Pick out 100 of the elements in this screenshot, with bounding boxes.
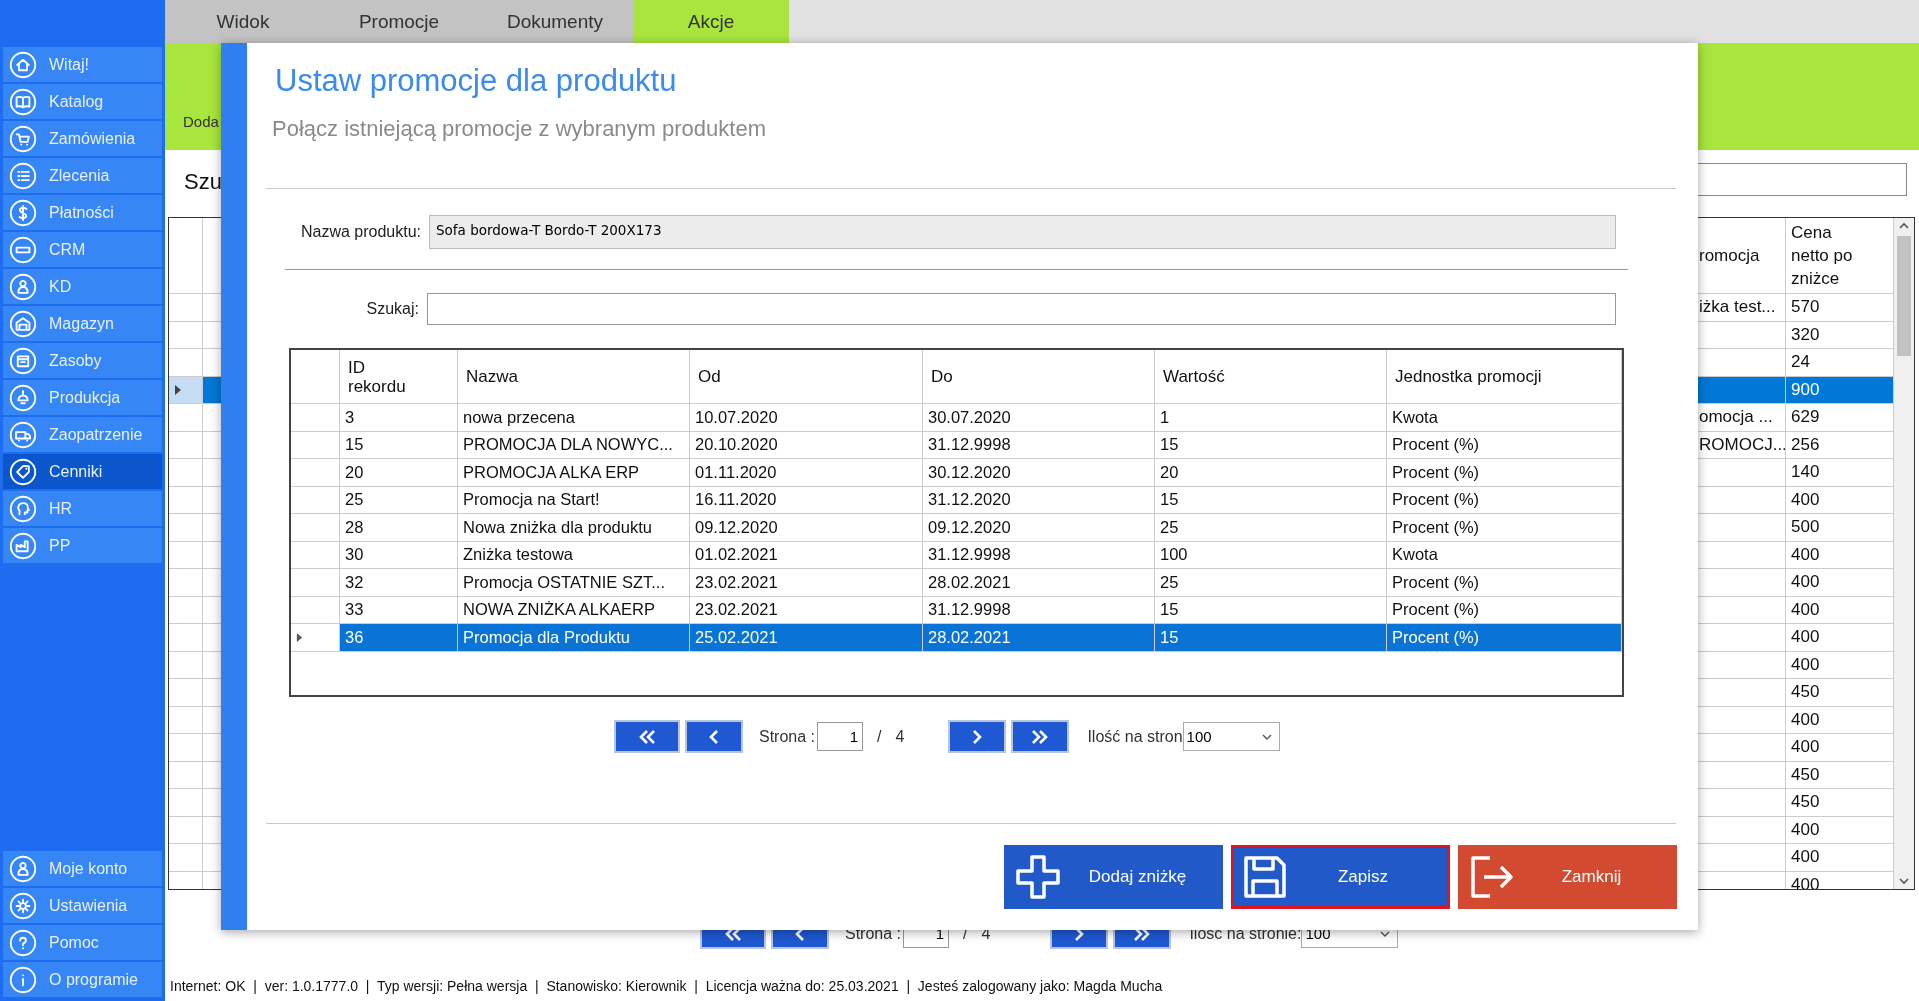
table-cell: 400 (1791, 819, 1820, 840)
table-cell: PROMOCJA ALKA ERP (463, 462, 640, 482)
table-row[interactable]: 28 Nowa zniżka dla produktu 09.12.2020 09.12.2020 25 Procent (%) (291, 514, 1622, 542)
row-pointer-icon (296, 631, 303, 643)
table-cell: 30.12.2020 (928, 462, 1011, 482)
table-row[interactable]: 3 nowa przecena 10.07.2020 30.07.2020 1 Kwota (291, 404, 1622, 432)
first-page-button[interactable] (614, 720, 680, 753)
table-cell: 16.11.2020 (695, 490, 777, 510)
table-cell: 31.12.2020 (928, 490, 1011, 510)
column-header[interactable]: ID rekordu (340, 350, 458, 404)
table-row[interactable]: 15 PROMOCJA DLA NOWYC... 20.10.2020 31.12.9998 15 Procent (%) (291, 431, 1622, 459)
tab[interactable]: Akcje (633, 0, 789, 43)
scrollbar[interactable] (1894, 218, 1914, 889)
table-cell: Zniżka testowa (463, 545, 574, 565)
toolbar-label[interactable]: Doda (183, 113, 219, 130)
table-cell: 400 (1791, 709, 1820, 730)
table-cell: nowa przecena (463, 407, 575, 427)
table-cell: 15 (1160, 490, 1179, 510)
tab[interactable]: Promocje (321, 0, 477, 43)
field-label: Nazwa produktu: (299, 223, 422, 241)
table-cell: PROMOCJA DLA NOWYC... (463, 435, 673, 455)
previous-page-button[interactable] (685, 720, 743, 753)
page-size-select[interactable]: 100 (1182, 722, 1280, 751)
table-cell: 15 (1160, 600, 1179, 620)
book-icon (9, 87, 37, 116)
table-cell: Procent (%) (1392, 517, 1480, 537)
column-header[interactable]: Jednostka promocji (1387, 350, 1622, 404)
table-cell: Promocja dla Produktu (463, 627, 630, 647)
table-cell: 20.10.2020 (695, 435, 778, 455)
search-label: Szu (184, 169, 222, 196)
table-cell: Nowa zniżka dla produktu (463, 517, 652, 537)
tab[interactable]: Dokumenty (477, 0, 633, 43)
table-cell: Procent (%) (1392, 490, 1480, 510)
table-cell: 23.02.2021 (695, 600, 778, 620)
table-cell: 25 (1160, 572, 1179, 592)
table-row[interactable]: 32 Promocja OSTATNIE SZT... 23.02.2021 28.02.2021 25 Procent (%) (291, 569, 1622, 597)
table-cell: 01.02.2021 (695, 545, 778, 565)
sidebar-item[interactable]: Cenniki (3, 454, 162, 489)
table-cell: 31.12.9998 (928, 545, 1011, 565)
scroll-thumb[interactable] (1897, 236, 1911, 356)
table-cell: 140 (1791, 462, 1820, 483)
save-button[interactable]: Zapisz (1231, 845, 1450, 909)
table-cell: 36 (345, 627, 364, 647)
table-cell: Procent (%) (1392, 627, 1480, 647)
caret-icon (1260, 732, 1273, 741)
close-button[interactable]: Zamknij (1458, 845, 1677, 909)
table-cell: 15 (1160, 435, 1179, 455)
table-cell: Procent (%) (1392, 572, 1480, 592)
table-cell: 31.12.9998 (928, 600, 1011, 620)
table-cell: 400 (1791, 874, 1820, 889)
table-cell: 33 (345, 600, 364, 620)
table-cell: Procent (%) (1392, 600, 1480, 620)
add-button[interactable]: Dodaj zniżkę (1004, 845, 1223, 909)
column-header[interactable]: Do (923, 350, 1155, 404)
table-cell: Promocja na Start! (463, 490, 600, 510)
table-row[interactable]: 20 PROMOCJA ALKA ERP 01.11.2020 30.12.2020 20 Procent (%) (291, 459, 1622, 487)
plus-icon (1014, 853, 1062, 901)
table-cell: 28 (345, 517, 364, 537)
dialog-title: Ustaw promocje dla produktu (275, 62, 678, 100)
table-cell: ROMOCJ... (1699, 434, 1785, 455)
table-cell: omocja ... (1699, 407, 1773, 428)
table-cell: 320 (1791, 324, 1820, 345)
table-cell: 400 (1791, 737, 1820, 758)
table-cell: 450 (1791, 682, 1820, 703)
table-cell: 450 (1791, 764, 1820, 785)
column-header[interactable]: Wartość (1155, 350, 1387, 404)
table-cell: 01.11.2020 (695, 462, 777, 482)
page-input[interactable]: 1 (817, 722, 864, 751)
tab[interactable]: Widok (165, 0, 321, 43)
badge-icon (9, 235, 37, 264)
table-cell: 1 (1160, 407, 1170, 427)
table-row[interactable]: 25 Promocja na Start! 16.11.2020 31.12.2020 15 Procent (%) (291, 486, 1622, 514)
table-cell: 28.02.2021 (928, 627, 1011, 647)
table-cell: iżka test... (1699, 297, 1776, 318)
column-header[interactable]: Od (690, 350, 923, 404)
last-page-button[interactable] (1011, 720, 1070, 753)
table-cell: 24 (1791, 352, 1810, 373)
exit-icon (1468, 853, 1516, 901)
cart-icon (9, 124, 37, 153)
user-icon (9, 854, 37, 883)
table-cell: 09.12.2020 (928, 517, 1011, 537)
row-pointer-icon (174, 383, 182, 396)
table-cell: 15 (345, 435, 364, 455)
scroll-down-icon[interactable] (1898, 877, 1910, 885)
table-cell: 400 (1791, 572, 1820, 593)
next-page-button[interactable] (948, 720, 1007, 753)
info-icon (9, 965, 37, 994)
search-field[interactable] (427, 293, 1616, 325)
table-cell: 23.02.2021 (695, 572, 778, 592)
table-cell: Kwota (1392, 407, 1438, 427)
table-cell: 30 (345, 545, 364, 565)
table-cell: 629 (1791, 407, 1820, 428)
table-cell: 3 (345, 407, 355, 427)
table-row[interactable]: 30 Zniżka testowa 01.02.2021 31.12.9998 100 Kwota (291, 541, 1622, 569)
box-icon (9, 346, 37, 375)
product-name-field[interactable]: Sofa bordowa-T Bordo-T 200X173 (429, 215, 1616, 249)
column-header[interactable]: Nazwa (458, 350, 690, 404)
table-row[interactable]: 36 Promocja dla Produktu 25.02.2021 28.02.2021 15 Procent (%) (291, 624, 1622, 652)
tag-icon (9, 457, 37, 486)
scroll-up-icon[interactable] (1898, 222, 1910, 230)
